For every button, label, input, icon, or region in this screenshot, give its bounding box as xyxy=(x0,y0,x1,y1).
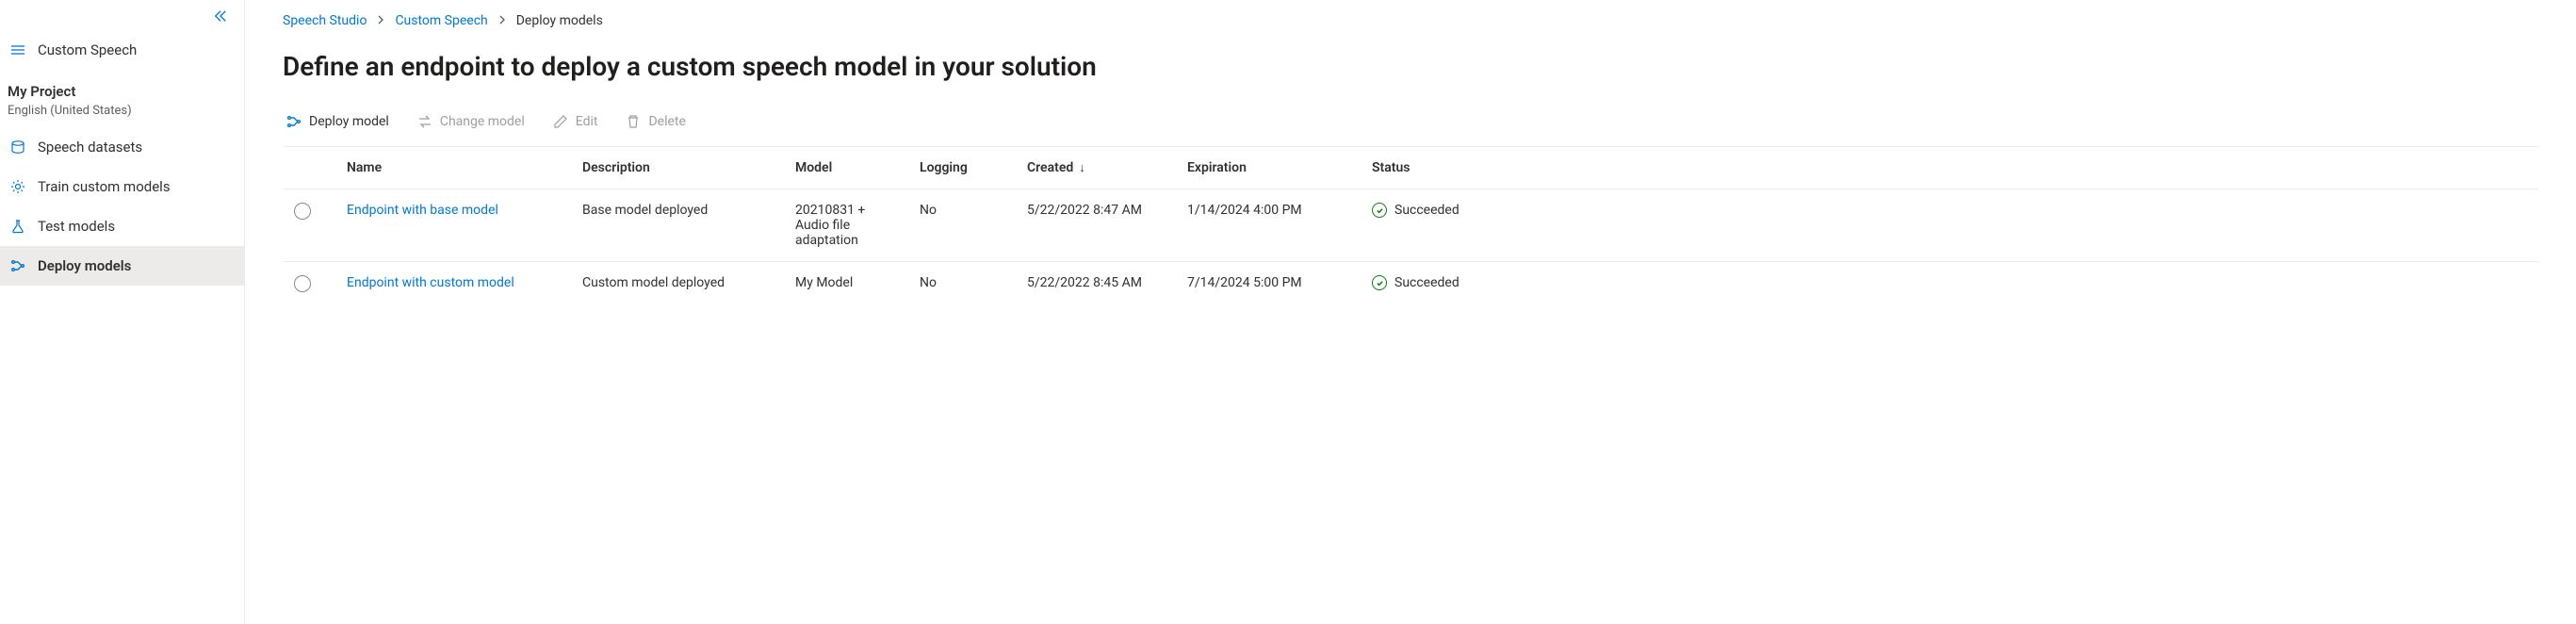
breadcrumb: Speech Studio Custom Speech Deploy model… xyxy=(283,13,2538,28)
column-model[interactable]: Model xyxy=(784,147,908,189)
project-name: My Project xyxy=(8,83,233,100)
chevron-right-icon xyxy=(376,15,385,27)
cell-logging: No xyxy=(908,262,1016,310)
chevron-double-left-icon xyxy=(214,11,227,26)
column-logging[interactable]: Logging xyxy=(908,147,1016,189)
endpoints-table: Name Description Model Logging Created ↓… xyxy=(283,146,2538,309)
sidebar-item-label: Speech datasets xyxy=(38,139,142,156)
sidebar-item-deploy-models[interactable]: Deploy models xyxy=(0,246,244,286)
toolbar: Deploy model Change model Edit Delete xyxy=(283,110,2538,133)
delete-button: Delete xyxy=(624,110,687,133)
breadcrumb-current: Deploy models xyxy=(516,13,603,28)
cell-description: Custom model deployed xyxy=(571,262,784,310)
endpoint-name-link[interactable]: Endpoint with base model xyxy=(347,203,498,218)
column-expiration[interactable]: Expiration xyxy=(1176,147,1361,189)
cell-expiration: 7/14/2024 5:00 PM xyxy=(1176,262,1361,310)
project-language: English (United States) xyxy=(8,104,233,118)
success-icon xyxy=(1372,203,1387,218)
success-icon xyxy=(1372,275,1387,290)
swap-icon xyxy=(417,114,432,129)
chevron-right-icon xyxy=(497,15,507,27)
list-icon xyxy=(9,41,26,58)
table-row[interactable]: Endpoint with custom model Custom model … xyxy=(283,262,2538,310)
cell-expiration: 1/14/2024 4:00 PM xyxy=(1176,189,1361,262)
datasets-icon xyxy=(9,139,26,156)
table-header-row: Name Description Model Logging Created ↓… xyxy=(283,147,2538,189)
main-content: Speech Studio Custom Speech Deploy model… xyxy=(245,0,2576,624)
column-select xyxy=(283,147,335,189)
sidebar-collapse-button[interactable] xyxy=(0,8,244,30)
toolbar-label: Change model xyxy=(440,114,525,129)
edit-icon xyxy=(553,114,568,129)
toolbar-label: Delete xyxy=(648,114,685,129)
sidebar-item-train-custom-models[interactable]: Train custom models xyxy=(0,167,244,206)
cell-model: My Model xyxy=(784,262,908,310)
column-status[interactable]: Status xyxy=(1361,147,2538,189)
column-name[interactable]: Name xyxy=(335,147,571,189)
column-created[interactable]: Created ↓ xyxy=(1016,147,1176,189)
breadcrumb-link-speech-studio[interactable]: Speech Studio xyxy=(283,13,367,28)
trash-icon xyxy=(626,114,641,129)
deploy-icon xyxy=(9,257,26,274)
breadcrumb-link-custom-speech[interactable]: Custom Speech xyxy=(395,13,487,28)
cell-logging: No xyxy=(908,189,1016,262)
cell-created: 5/22/2022 8:47 AM xyxy=(1016,189,1176,262)
sidebar-item-label: Test models xyxy=(38,218,115,235)
project-block: My Project English (United States) xyxy=(0,70,244,127)
status-badge: Succeeded xyxy=(1372,203,2527,218)
page-title: Define an endpoint to deploy a custom sp… xyxy=(283,51,2538,82)
sidebar: Custom Speech My Project English (United… xyxy=(0,0,245,624)
endpoint-name-link[interactable]: Endpoint with custom model xyxy=(347,275,514,290)
toolbar-label: Deploy model xyxy=(309,114,389,129)
sidebar-item-label: Custom Speech xyxy=(38,41,137,58)
column-description[interactable]: Description xyxy=(571,147,784,189)
edit-button: Edit xyxy=(551,110,600,133)
deploy-model-button[interactable]: Deploy model xyxy=(285,110,391,133)
cell-model: 20210831 + Audio file adaptation xyxy=(784,189,908,262)
row-select-radio[interactable] xyxy=(294,203,311,220)
sort-arrow-down-icon: ↓ xyxy=(1079,160,1085,175)
change-model-button: Change model xyxy=(416,110,527,133)
cell-description: Base model deployed xyxy=(571,189,784,262)
status-badge: Succeeded xyxy=(1372,275,2527,290)
deploy-icon xyxy=(286,114,302,129)
sidebar-item-label: Train custom models xyxy=(38,178,171,195)
sidebar-item-speech-datasets[interactable]: Speech datasets xyxy=(0,127,244,167)
status-text: Succeeded xyxy=(1394,203,1459,218)
sidebar-item-label: Deploy models xyxy=(38,257,131,274)
cell-created: 5/22/2022 8:45 AM xyxy=(1016,262,1176,310)
status-text: Succeeded xyxy=(1394,275,1459,290)
flask-icon xyxy=(9,218,26,235)
sidebar-item-test-models[interactable]: Test models xyxy=(0,206,244,246)
toolbar-label: Edit xyxy=(576,114,598,129)
sidebar-item-custom-speech[interactable]: Custom Speech xyxy=(0,30,244,70)
row-select-radio[interactable] xyxy=(294,275,311,292)
table-row[interactable]: Endpoint with base model Base model depl… xyxy=(283,189,2538,262)
train-icon xyxy=(9,178,26,195)
